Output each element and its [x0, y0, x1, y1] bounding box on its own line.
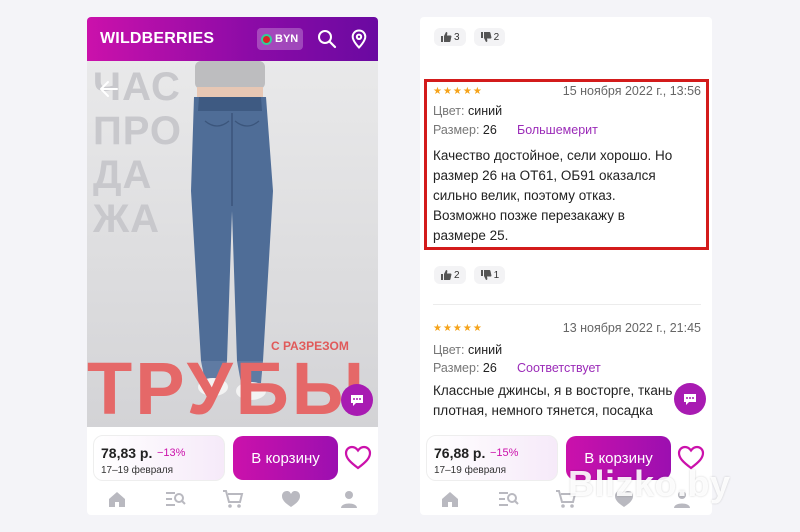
review-votes: 3 2: [434, 28, 506, 46]
chat-button[interactable]: [341, 384, 373, 416]
photo-headline: ТРУБЫ: [87, 347, 368, 427]
search-icon[interactable]: [317, 29, 337, 49]
dislike-button[interactable]: 2: [473, 28, 506, 46]
chat-icon: [684, 394, 696, 405]
delivery-date: 17–19 февраля: [434, 465, 507, 476]
review-color: Цвет: синий: [433, 343, 502, 357]
wildberries-logo[interactable]: WILDBERRIES: [100, 30, 214, 48]
home-icon[interactable]: [439, 488, 461, 510]
site-watermark: Blizko.by: [568, 463, 731, 504]
dislike-count: 1: [493, 269, 500, 281]
dislike-button[interactable]: 1: [473, 266, 506, 284]
price-box: 78,83 р. −13% 17–19 февраля: [93, 435, 225, 481]
chat-button[interactable]: [674, 383, 706, 415]
review-text-line: плотная, немного тянется, посадка: [433, 403, 653, 418]
like-button[interactable]: 3: [434, 28, 466, 46]
review-text: Классные джинсы, я в восторге, ткань пло…: [433, 381, 672, 421]
catalog-icon[interactable]: [164, 488, 186, 510]
review-date: 13 ноября 2022 г., 21:45: [562, 321, 701, 335]
review-highlight-frame: [424, 79, 709, 250]
review-size: Размер: 26: [433, 361, 497, 375]
size-label: Размер:: [433, 361, 480, 375]
thumbs-up-icon: [441, 32, 452, 42]
color-label: Цвет:: [433, 343, 465, 357]
color-value: синий: [467, 343, 503, 357]
like-button[interactable]: 2: [434, 266, 466, 284]
price-box: 76,88 р. −15% 17–19 февраля: [426, 435, 558, 481]
catalog-icon[interactable]: [497, 488, 519, 510]
price: 76,88 р.: [434, 445, 486, 461]
thumbs-up-icon: [441, 270, 452, 280]
profile-icon[interactable]: [338, 488, 360, 510]
photo-text-line: ДА: [93, 153, 153, 197]
currency-selector[interactable]: BYN: [257, 28, 304, 50]
currency-label: BYN: [275, 33, 299, 45]
product-photo[interactable]: ЧАС ПРО ДА ЖА С РАЗРЕЗОМ ТРУБЫ: [87, 61, 378, 427]
thumbs-down-icon: [480, 270, 492, 280]
price: 78,83 р.: [101, 445, 153, 461]
add-to-cart-button[interactable]: В корзину: [233, 436, 338, 480]
like-count: 3: [454, 31, 460, 43]
star-rating: ★★★★★: [433, 323, 483, 334]
home-icon[interactable]: [106, 488, 128, 510]
size-value: 26: [482, 361, 497, 375]
back-arrow-icon[interactable]: [97, 77, 121, 101]
delivery-date: 17–19 февраля: [101, 465, 174, 476]
favorites-icon[interactable]: [280, 488, 302, 510]
buy-bar: 78,83 р. −13% 17–19 февраля В корзину: [87, 428, 378, 488]
dislike-count: 2: [493, 31, 500, 43]
app-header: WILDBERRIES BYN: [87, 17, 378, 61]
review-card: ★★★★★ 13 ноября 2022 г., 21:45 Цвет: син…: [433, 321, 705, 423]
bottom-tab-bar: [87, 488, 378, 515]
belarus-flag-icon: [261, 33, 272, 45]
discount-badge: −13%: [157, 447, 186, 459]
divider: [433, 304, 701, 305]
chat-icon: [351, 395, 363, 406]
location-pin-icon[interactable]: [349, 29, 369, 49]
thumbs-down-icon: [480, 32, 492, 42]
discount-badge: −15%: [490, 447, 519, 459]
review-text-line: Классные джинсы, я в восторге, ткань: [433, 383, 673, 398]
review-votes: 2 1: [434, 266, 506, 284]
photo-text-line: ЖА: [93, 197, 161, 241]
product-screen: WILDBERRIES BYN ЧАС ПРО ДА ЖА С РАЗРЕЗОМ…: [87, 17, 378, 515]
size-fit: Соответствует: [517, 361, 601, 375]
cart-icon[interactable]: [222, 488, 244, 510]
favorite-heart-icon[interactable]: [344, 444, 372, 472]
like-count: 2: [454, 269, 460, 281]
